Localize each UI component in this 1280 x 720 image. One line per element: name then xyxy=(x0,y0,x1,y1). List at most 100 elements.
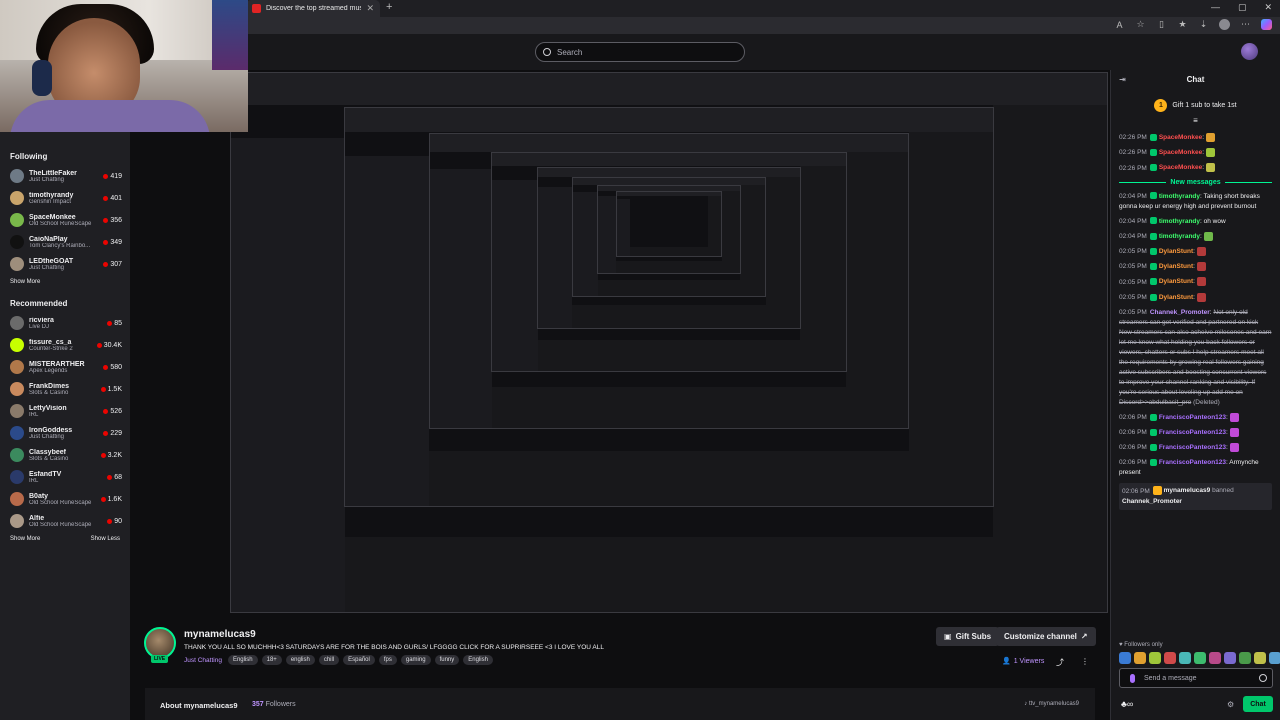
chat-username[interactable]: timothyrandy xyxy=(1159,193,1200,200)
sidebar-channel[interactable]: EsfandTV IRL 68 xyxy=(0,466,130,488)
sidebar-channel[interactable]: Classybeef Slots & Casino 3.2K xyxy=(0,444,130,466)
browser-tab[interactable]: Discover the top streamed music ✕ xyxy=(246,0,380,17)
streamer-name[interactable]: mynamelucas9 xyxy=(184,629,256,640)
chat-message-input[interactable]: Send a message xyxy=(1119,668,1273,688)
emote-icon[interactable] xyxy=(1269,652,1280,664)
show-more-recommended-button[interactable]: Show More xyxy=(10,536,40,542)
channel-name: SpaceMonkee xyxy=(29,213,76,221)
sidebar-channel[interactable]: fissure_cs_a Counter-Strike 2 30.4K xyxy=(0,334,130,356)
recommended-heading: Recommended xyxy=(10,299,68,308)
emote-icon[interactable] xyxy=(1164,652,1176,664)
read-aloud-icon[interactable]: A xyxy=(1114,20,1125,30)
emote-icon[interactable] xyxy=(1149,652,1161,664)
moderator-badge-icon xyxy=(1152,486,1162,496)
emote-icon[interactable] xyxy=(1209,652,1221,664)
minimize-button[interactable]: — xyxy=(1211,2,1220,13)
gear-icon[interactable]: ⚙ xyxy=(1227,700,1234,709)
tag[interactable]: English xyxy=(227,655,258,665)
sidebar-channel[interactable]: CaioNaPlay Tom Clancy's Rainbo... 349 xyxy=(0,231,130,253)
emote-icon[interactable] xyxy=(1119,652,1131,664)
channel-points-icon[interactable]: ♣∞ xyxy=(1121,699,1133,709)
gift-banner[interactable]: 1 Gift 1 sub to take 1st xyxy=(1111,96,1280,114)
emote-icon[interactable] xyxy=(1179,652,1191,664)
chat-username[interactable]: FranciscoPanteon123 xyxy=(1159,444,1226,451)
webcam-overlay xyxy=(0,0,248,132)
user-avatar[interactable] xyxy=(1241,43,1258,60)
show-less-button[interactable]: Show Less xyxy=(91,536,120,542)
chat-send-button[interactable]: Chat xyxy=(1243,696,1273,712)
share-icon[interactable]: ⤴ xyxy=(1056,657,1064,668)
collapse-chat-icon[interactable]: ⇥ xyxy=(1119,75,1126,84)
chat-username[interactable]: DylanStunt xyxy=(1159,294,1193,301)
channel-viewer-count: 1.5K xyxy=(107,385,122,393)
sidebar-channel[interactable]: SpaceMonkee Old School RuneScape 356 xyxy=(0,209,130,231)
chat-username[interactable]: DylanStunt xyxy=(1159,248,1193,255)
chat-username[interactable]: SpaceMonkee xyxy=(1159,134,1202,141)
chat-username[interactable]: FranciscoPanteon123 xyxy=(1159,414,1226,421)
sidebar-channel[interactable]: TheLittleFaker Just Chatting 419 xyxy=(0,165,130,187)
channel-game: Old School RuneScape xyxy=(29,499,92,506)
microphone-icon[interactable] xyxy=(1130,674,1135,683)
chat-username[interactable]: timothyrandy xyxy=(1159,218,1200,225)
live-indicator-icon xyxy=(100,386,106,392)
chat-username[interactable]: Channek_Promoter xyxy=(1150,309,1210,316)
sidebar-channel[interactable]: FrankDimes Slots & Casino 1.5K xyxy=(0,378,130,400)
chat-username[interactable]: DylanStunt xyxy=(1159,279,1193,286)
tag[interactable]: funny xyxy=(434,655,460,665)
gift-icon: ▣ xyxy=(944,632,952,641)
copilot-icon[interactable] xyxy=(1261,19,1272,30)
favorites-icon[interactable]: ★ xyxy=(1177,19,1188,30)
customize-channel-button[interactable]: Customize channel ↗ xyxy=(996,627,1096,646)
chat-username[interactable]: DylanStunt xyxy=(1159,263,1193,270)
downloads-icon[interactable]: ⇣ xyxy=(1198,19,1209,30)
tiktok-link[interactable]: ♪ ttv_mynamelucas9 xyxy=(1024,701,1079,707)
sidebar-channel[interactable]: ricviera Live DJ 85 xyxy=(0,312,130,334)
tag[interactable]: 18+ xyxy=(261,655,282,665)
filter-icon[interactable]: ≡ xyxy=(1111,116,1280,125)
maximize-button[interactable]: ▢ xyxy=(1238,2,1247,13)
split-screen-icon[interactable]: ▯ xyxy=(1156,19,1167,30)
emote-icon[interactable] xyxy=(1194,652,1206,664)
gift-subs-button[interactable]: ▣ Gift Subs xyxy=(936,627,1000,646)
tag[interactable]: chill xyxy=(318,655,340,665)
ban-target[interactable]: Channek_Promoter xyxy=(1122,498,1182,505)
search-input[interactable]: Search xyxy=(535,42,745,62)
chat-username[interactable]: timothyrandy xyxy=(1159,233,1200,240)
ban-moderator[interactable]: mynamelucas9 xyxy=(1164,488,1211,495)
tag[interactable]: english xyxy=(285,655,315,665)
emote-icon[interactable] xyxy=(1134,652,1146,664)
sidebar-channel[interactable]: LettyVision IRL 526 xyxy=(0,400,130,422)
emote-icon[interactable] xyxy=(1224,652,1236,664)
close-window-button[interactable]: ✕ xyxy=(1264,2,1272,13)
live-indicator-icon xyxy=(100,452,106,458)
tag[interactable]: English xyxy=(463,655,493,665)
chat-username[interactable]: SpaceMonkee xyxy=(1159,149,1202,156)
chat-username[interactable]: FranciscoPanteon123 xyxy=(1159,459,1226,466)
sidebar-channel[interactable]: MISTERARTHER Apex Legends 580 xyxy=(0,356,130,378)
sidebar-channel[interactable]: B0aty Old School RuneScape 1.6K xyxy=(0,488,130,510)
sidebar-channel[interactable]: IronGoddess Just Chatting 229 xyxy=(0,422,130,444)
tag[interactable]: fps xyxy=(378,655,397,665)
tag[interactable]: Español xyxy=(343,655,375,665)
new-tab-button[interactable]: + xyxy=(386,1,392,13)
more-options-icon[interactable]: ⋯ xyxy=(1240,19,1251,30)
live-indicator-icon xyxy=(103,239,109,245)
sidebar-channel[interactable]: LEDtheGOAT Just Chatting 307 xyxy=(0,253,130,275)
tag[interactable]: gaming xyxy=(400,655,431,665)
channel-game: Slots & Casino xyxy=(29,389,69,396)
profile-icon[interactable] xyxy=(1219,19,1230,30)
emoji-icon[interactable] xyxy=(1259,674,1267,682)
sidebar-channel[interactable]: timothyrandy Genshin Impact 401 xyxy=(0,187,130,209)
chat-username[interactable]: SpaceMonkee xyxy=(1159,165,1202,172)
verified-badge-icon xyxy=(1149,444,1157,452)
sidebar-channel[interactable]: Alfie Old School RuneScape 90 xyxy=(0,510,130,532)
show-more-following-button[interactable]: Show More xyxy=(10,279,40,285)
chat-username[interactable]: FranciscoPanteon123 xyxy=(1159,429,1226,436)
stream-player[interactable] xyxy=(130,70,1110,615)
more-options-icon[interactable]: ⋮ xyxy=(1081,657,1089,666)
category-link[interactable]: Just Chatting xyxy=(184,657,222,664)
emote-icon[interactable] xyxy=(1254,652,1266,664)
favorite-star-icon[interactable]: ☆ xyxy=(1135,19,1146,30)
emote-icon[interactable] xyxy=(1239,652,1251,664)
tab-close-icon[interactable]: ✕ xyxy=(366,3,374,14)
